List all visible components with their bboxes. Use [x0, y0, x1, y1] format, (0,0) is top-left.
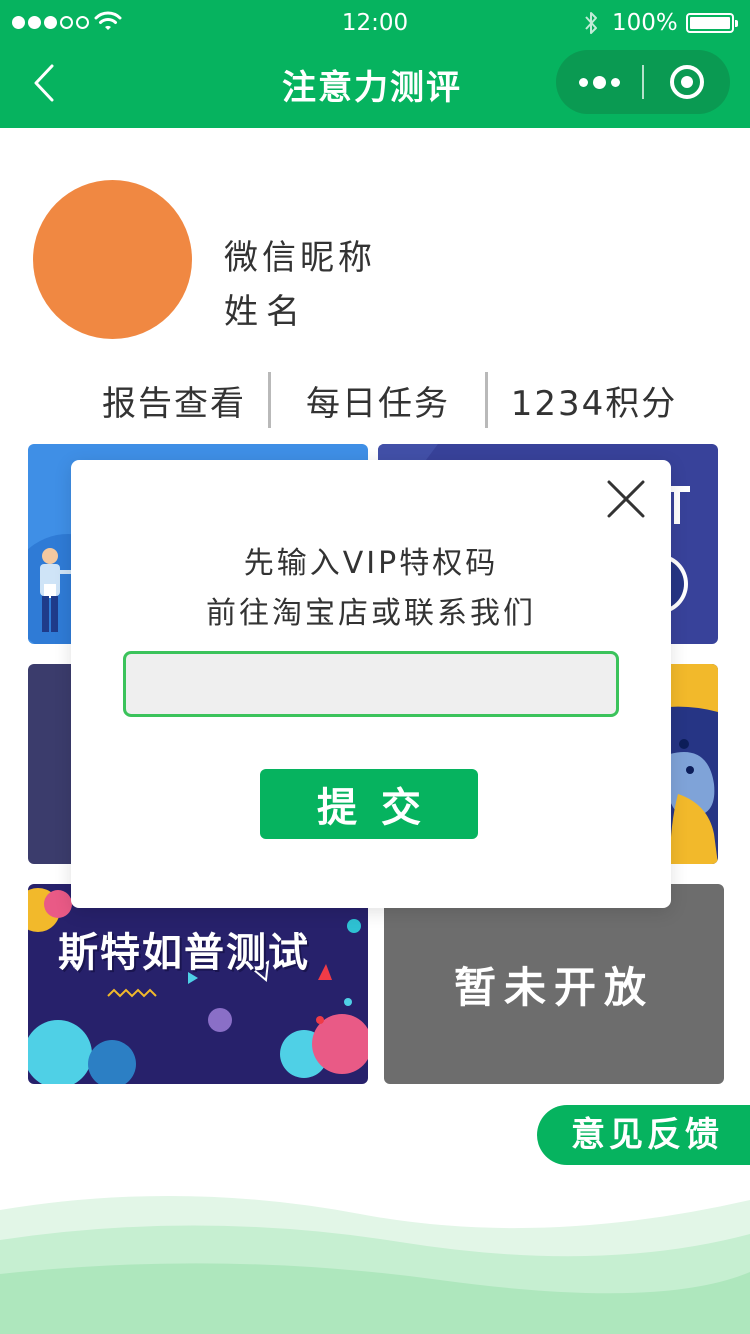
close-mini-program-button[interactable]: [644, 50, 730, 114]
avatar[interactable]: [33, 180, 192, 339]
vip-code-modal: 先输入VIP特权码 前往淘宝店或联系我们 提交: [71, 460, 671, 908]
coming-soon-card[interactable]: 暂未开放: [384, 884, 724, 1084]
stats-bar: 报告查看 每日任务 1234积分: [80, 372, 700, 428]
stroop-test-card[interactable]: 斯特如普测试: [28, 884, 368, 1084]
bottom-wave-decoration: [0, 1195, 750, 1334]
feedback-button[interactable]: 意见反馈: [537, 1105, 750, 1165]
daily-task-link[interactable]: 每日任务: [271, 376, 485, 425]
submit-button[interactable]: 提交: [260, 769, 478, 839]
report-view-link[interactable]: 报告查看: [80, 376, 268, 425]
battery-percentage: 100%: [612, 10, 678, 36]
nickname: 微信昵称: [224, 238, 376, 278]
battery-icon: [686, 13, 738, 33]
vip-code-input[interactable]: [123, 651, 619, 717]
status-bar: 12:00 100%: [0, 0, 750, 48]
close-icon[interactable]: [605, 478, 647, 520]
bluetooth-icon: [585, 12, 597, 34]
modal-instruction-2: 前往淘宝店或联系我们: [206, 596, 536, 631]
modal-instruction-1: 先输入VIP特权码: [243, 546, 499, 581]
target-circle-icon: [670, 65, 704, 99]
stroop-test-title: 斯特如普测试: [58, 930, 310, 976]
top-bar: 12:00 100% 注意力测评: [0, 0, 750, 128]
coming-soon-label: 暂未开放: [453, 963, 654, 1012]
points-display[interactable]: 1234积分: [488, 376, 700, 425]
stroop-card-decoration: [28, 888, 368, 1084]
user-name: 姓名: [224, 292, 308, 332]
mini-program-capsule: [556, 50, 730, 114]
more-button[interactable]: [556, 50, 642, 114]
